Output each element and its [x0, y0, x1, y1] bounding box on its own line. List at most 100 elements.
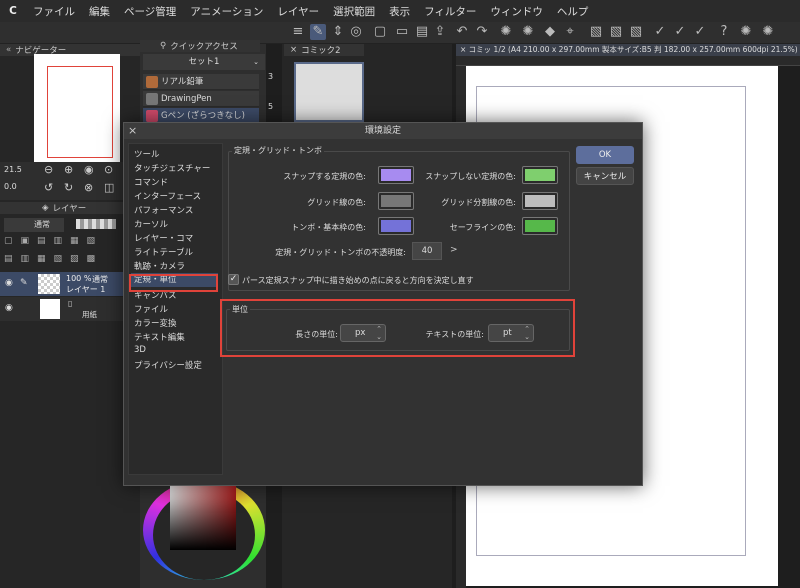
menu-animation[interactable]: アニメーション	[183, 4, 270, 19]
layer-tools-row[interactable]: ▢▣▤▥▦▧	[4, 236, 134, 248]
zoom-in-icon[interactable]: ⊕	[64, 163, 73, 176]
menu-window[interactable]: ウィンドウ	[483, 4, 550, 19]
safe-line-color-swatch[interactable]	[522, 217, 558, 235]
category-file[interactable]: ファイル	[134, 303, 168, 315]
flip-icon[interactable]: ◫	[104, 181, 114, 194]
redo-icon[interactable]: ↷	[474, 24, 490, 40]
clear-icon[interactable]: ✺	[520, 24, 536, 40]
page-thumbnail[interactable]	[294, 62, 364, 122]
category-3d[interactable]: 3D	[134, 345, 146, 355]
text-unit-select[interactable]: pt ⌃ ⌄	[488, 324, 534, 342]
category-cursor[interactable]: カーソル	[134, 218, 168, 230]
snap-special-ruler-icon[interactable]: ✓	[672, 24, 688, 40]
open-folder-icon[interactable]: ▭	[394, 24, 410, 40]
category-tool[interactable]: ツール	[134, 148, 160, 160]
rotate-left-icon[interactable]: ↺	[44, 181, 53, 194]
collapse-icon[interactable]: «	[6, 45, 11, 55]
hamburger-icon[interactable]: ≡	[290, 24, 306, 40]
opacity-slider[interactable]	[76, 219, 116, 229]
actual-size-icon[interactable]: ⊙	[104, 163, 113, 176]
quick-access-item[interactable]: DrawingPen	[143, 91, 259, 107]
category-color-conversion[interactable]: カラー変換	[134, 317, 177, 329]
export-icon[interactable]: ⇪	[432, 24, 448, 40]
ok-button[interactable]: OK	[576, 146, 634, 164]
opacity-input[interactable]: 40	[412, 242, 442, 260]
app-logo[interactable]: C	[0, 5, 26, 17]
menu-help[interactable]: ヘルプ	[550, 4, 596, 19]
paper-thumbnail	[40, 299, 60, 319]
perspective-snap-checkbox[interactable]: ✓	[228, 274, 239, 285]
camera-icon[interactable]: ◎	[348, 24, 364, 40]
edit-icon[interactable]: ✎	[310, 24, 326, 40]
dialog-title: 環境設定	[124, 123, 642, 139]
layer-row-1[interactable]: ◉ ✎ 100 % 通常 レイヤー 1	[0, 272, 140, 296]
category-text-editing[interactable]: テキスト編集	[134, 331, 185, 343]
sync-icon[interactable]: ✺	[760, 24, 776, 40]
menu-view[interactable]: 表示	[382, 4, 417, 19]
blend-mode-select[interactable]: 通常	[4, 218, 64, 232]
zoom-out-icon[interactable]: ⊖	[44, 163, 53, 176]
grid-color-swatch[interactable]	[378, 192, 414, 210]
transform-icon[interactable]: ⌖	[562, 24, 578, 40]
fit-icon[interactable]: ◉	[84, 163, 94, 176]
app-window: C ファイル 編集 ページ管理 アニメーション レイヤー 選択範囲 表示 フィル…	[0, 0, 800, 588]
fill-icon[interactable]: ◆	[542, 24, 558, 40]
eye-icon[interactable]: ◉	[5, 303, 13, 313]
snap-ruler-color-swatch[interactable]	[378, 166, 414, 184]
category-command[interactable]: コマンド	[134, 176, 168, 188]
nonsnap-ruler-color-swatch[interactable]	[522, 166, 558, 184]
document-tab[interactable]: × コミッ 1/2 (A4 210.00 x 297.00mm 製本サイズ:B5…	[456, 44, 800, 56]
zoom-value[interactable]: 21.5	[4, 165, 22, 174]
new-file-icon[interactable]: ▢	[372, 24, 388, 40]
category-touch-gesture[interactable]: タッチジェスチャー	[134, 162, 210, 174]
cancel-button[interactable]: キャンセル	[576, 167, 634, 185]
rotate-right-icon[interactable]: ↻	[64, 181, 73, 194]
crop-mark-color-swatch[interactable]	[378, 217, 414, 235]
help-icon[interactable]: ?	[716, 24, 732, 40]
quick-access-set-select[interactable]: セット1 ⌄	[143, 54, 265, 70]
deselect-icon[interactable]: ▧	[588, 24, 604, 40]
eye-icon[interactable]: ◉	[5, 278, 13, 288]
reset-rotation-icon[interactable]: ⊗	[84, 181, 93, 194]
menu-selection[interactable]: 選択範囲	[326, 4, 382, 19]
saturation-value-square[interactable]	[170, 484, 236, 550]
close-icon[interactable]: ×	[460, 45, 469, 54]
close-icon[interactable]: ×	[128, 123, 142, 139]
category-trail-camera[interactable]: 軌跡・カメラ	[134, 260, 185, 272]
menu-page[interactable]: ページ管理	[117, 4, 183, 19]
guides-group-title: 定規・グリッド・トンボ	[232, 145, 324, 156]
angle-value[interactable]: 0.0	[4, 182, 17, 191]
layer-ops-row[interactable]: ▤▥▦▧▨▩	[4, 254, 134, 266]
menu-file[interactable]: ファイル	[26, 4, 82, 19]
page-manager-tab[interactable]: × コミック2	[284, 44, 364, 56]
quick-access-title: クイックアクセス	[170, 42, 238, 52]
snap-grid-icon[interactable]: ✓	[692, 24, 708, 40]
category-performance[interactable]: パフォーマンス	[134, 204, 193, 216]
save-icon[interactable]: ▤	[414, 24, 430, 40]
navigator-viewport[interactable]	[47, 66, 113, 158]
g-pen-icon	[146, 110, 158, 122]
length-unit-select[interactable]: px ⌃ ⌄	[340, 324, 386, 342]
settings-icon[interactable]: ✺	[738, 24, 754, 40]
quick-access-item[interactable]: リアル鉛筆	[143, 74, 259, 90]
category-layer-frame[interactable]: レイヤー・コマ	[134, 232, 193, 244]
crop-icon[interactable]: ▧	[608, 24, 624, 40]
menu-layer[interactable]: レイヤー	[270, 4, 326, 19]
invert-selection-icon[interactable]: ▧	[628, 24, 644, 40]
layer-row-2[interactable]: ◉ ▯ 用紙	[0, 297, 140, 321]
undo-icon[interactable]: ↶	[454, 24, 470, 40]
grid-division-color-swatch[interactable]	[522, 192, 558, 210]
menu-filter[interactable]: フィルター	[417, 4, 483, 19]
category-interface[interactable]: インターフェース	[134, 190, 201, 202]
quick-access-item-label: リアル鉛筆	[161, 77, 204, 87]
category-list: ツール タッチジェスチャー コマンド インターフェース パフォーマンス カーソル…	[128, 143, 223, 475]
category-light-table[interactable]: ライトテーブル	[134, 246, 193, 258]
close-icon[interactable]: ×	[290, 45, 297, 55]
search-icon: ⚲	[160, 41, 167, 51]
opacity-slider-arrow[interactable]: >	[450, 245, 458, 255]
category-privacy[interactable]: プライバシー設定	[134, 359, 202, 371]
loading-icon[interactable]: ✺	[498, 24, 514, 40]
chevron-updown-icon[interactable]: ⇕	[330, 24, 346, 40]
snap-ruler-icon[interactable]: ✓	[652, 24, 668, 40]
menu-edit[interactable]: 編集	[82, 4, 117, 19]
